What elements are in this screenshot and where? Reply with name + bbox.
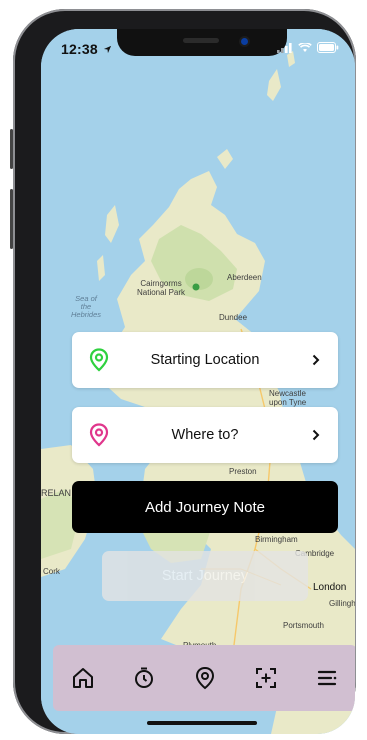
chevron-right-icon [312, 354, 320, 366]
status-icons [277, 42, 339, 53]
map-label-ireland: RELAN [41, 488, 72, 498]
chevron-right-icon [312, 429, 320, 441]
location-pin-icon [195, 666, 214, 690]
add-journey-note-button[interactable]: Add Journey Note [72, 481, 338, 533]
starting-location-label: Starting Location [150, 352, 260, 368]
destination-label: Where to? [171, 427, 239, 443]
destination-card[interactable]: Where to? [72, 407, 338, 463]
battery-icon [317, 42, 339, 53]
starting-location-card[interactable]: Starting Location [72, 332, 338, 388]
map-label-newcastle: Newcastle upon Tyne [269, 389, 307, 407]
tab-home[interactable] [63, 658, 103, 698]
phone-frame: Cairngorms National Park Aberdeen Dundee… [10, 9, 356, 734]
map-label-dundee: Dundee [219, 313, 248, 322]
map-label-preston: Preston [229, 467, 257, 476]
speaker-grille [183, 38, 219, 43]
map-label-cairngorms: Cairngorms National Park [137, 279, 186, 297]
camera-notch [117, 29, 287, 56]
signal-icon [277, 42, 292, 53]
tab-location[interactable] [185, 658, 225, 698]
home-indicator[interactable] [147, 721, 257, 725]
timer-icon [135, 667, 154, 688]
phone-screen: Cairngorms National Park Aberdeen Dundee… [41, 29, 355, 734]
location-arrow-icon [103, 45, 112, 54]
map-label-cork: Cork [43, 567, 60, 576]
tab-timer[interactable] [124, 658, 164, 698]
start-journey-button[interactable]: Start Journey [102, 551, 308, 601]
map-label-portsmouth: Portsmouth [283, 621, 324, 630]
map-label-birmingham: Birmingham [255, 535, 298, 544]
bottom-tab-bar [53, 645, 355, 711]
front-camera [241, 38, 248, 45]
map-label-gillingham: Gillingh [329, 599, 355, 608]
home-icon [73, 668, 94, 688]
tab-menu[interactable] [307, 658, 347, 698]
wifi-icon [298, 42, 312, 52]
tab-add[interactable] [246, 658, 286, 698]
status-time: 12:38 [61, 41, 112, 57]
add-frame-icon [255, 668, 276, 688]
menu-icon [317, 670, 336, 686]
map-label-london: London [313, 582, 347, 593]
map-label-aberdeen: Aberdeen [227, 273, 262, 282]
map-label-sea-of-hebrides: Sea of the Hebrides [71, 294, 102, 319]
